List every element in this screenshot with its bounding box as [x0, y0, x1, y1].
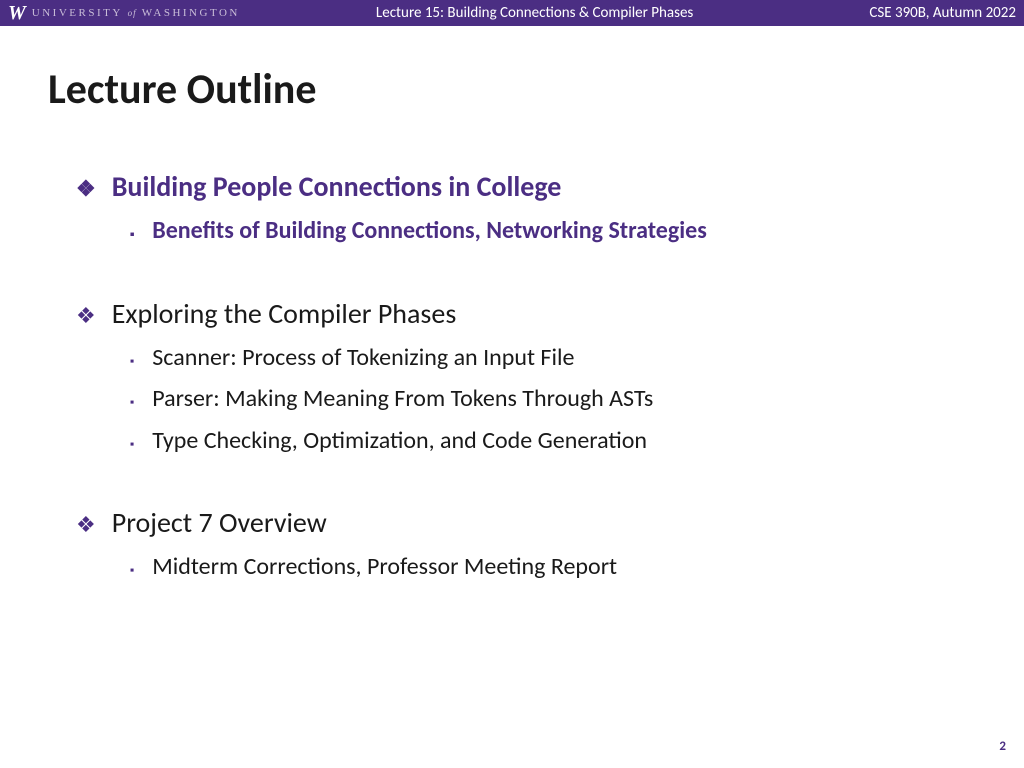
outline-heading-text: Building People Connections in College — [112, 169, 562, 204]
header-bar: W UNIVERSITY of WASHINGTON Lecture 15: B… — [0, 0, 1024, 26]
outline-list: ❖ Building People Connections in College ▪… — [48, 169, 976, 584]
uw-logo-icon: W — [8, 2, 26, 25]
page-number: 2 — [999, 739, 1006, 754]
outline-subitem-text: Midterm Corrections, Professor Meeting R… — [152, 550, 617, 584]
diamond-bullet-icon: ❖ — [76, 302, 96, 329]
outline-subitem: ▪ Parser: Making Meaning From Tokens Thro… — [130, 382, 976, 416]
page-title: Lecture Outline — [48, 64, 976, 115]
course-label: CSE 390B, Autumn 2022 — [869, 4, 1016, 22]
outline-heading: ❖ Project 7 Overview — [76, 505, 976, 540]
outline-subitem: ▪ Benefits of Building Connections, Netwo… — [130, 214, 976, 248]
outline-item: ❖ Project 7 Overview ▪ Midterm Corrections,… — [76, 505, 976, 584]
outline-heading-text: Project 7 Overview — [112, 505, 327, 540]
square-bullet-icon: ▪ — [130, 563, 134, 580]
outline-subitem-text: Benefits of Building Connections, Networ… — [152, 214, 707, 248]
outline-sublist: ▪ Benefits of Building Connections, Netwo… — [76, 214, 976, 248]
outline-item: ❖ Building People Connections in College ▪… — [76, 169, 976, 248]
outline-subitem: ▪ Type Checking, Optimization, and Code G… — [130, 424, 976, 458]
outline-heading: ❖ Exploring the Compiler Phases — [76, 296, 976, 331]
slide-content: Lecture Outline ❖ Building People Connect… — [0, 26, 1024, 584]
univ-word-of: of — [128, 8, 137, 18]
square-bullet-icon: ▪ — [130, 395, 134, 412]
outline-sublist: ▪ Scanner: Process of Tokenizing an Input… — [76, 341, 976, 458]
outline-subitem-text: Parser: Making Meaning From Tokens Throu… — [152, 382, 653, 416]
square-bullet-icon: ▪ — [130, 227, 134, 244]
diamond-bullet-icon: ❖ — [76, 511, 96, 538]
square-bullet-icon: ▪ — [130, 354, 134, 371]
outline-heading-text: Exploring the Compiler Phases — [112, 296, 457, 331]
diamond-bullet-icon: ❖ — [76, 175, 96, 202]
univ-word-1: UNIVERSITY — [32, 7, 123, 19]
lecture-title: Lecture 15: Building Connections & Compi… — [200, 4, 870, 22]
outline-item: ❖ Exploring the Compiler Phases ▪ Scanner: … — [76, 296, 976, 458]
outline-sublist: ▪ Midterm Corrections, Professor Meeting … — [76, 550, 976, 584]
square-bullet-icon: ▪ — [130, 437, 134, 454]
outline-heading: ❖ Building People Connections in College — [76, 169, 976, 204]
outline-subitem: ▪ Scanner: Process of Tokenizing an Input… — [130, 341, 976, 375]
outline-subitem-text: Scanner: Process of Tokenizing an Input … — [152, 341, 574, 375]
outline-subitem: ▪ Midterm Corrections, Professor Meeting … — [130, 550, 976, 584]
outline-subitem-text: Type Checking, Optimization, and Code Ge… — [152, 424, 647, 458]
